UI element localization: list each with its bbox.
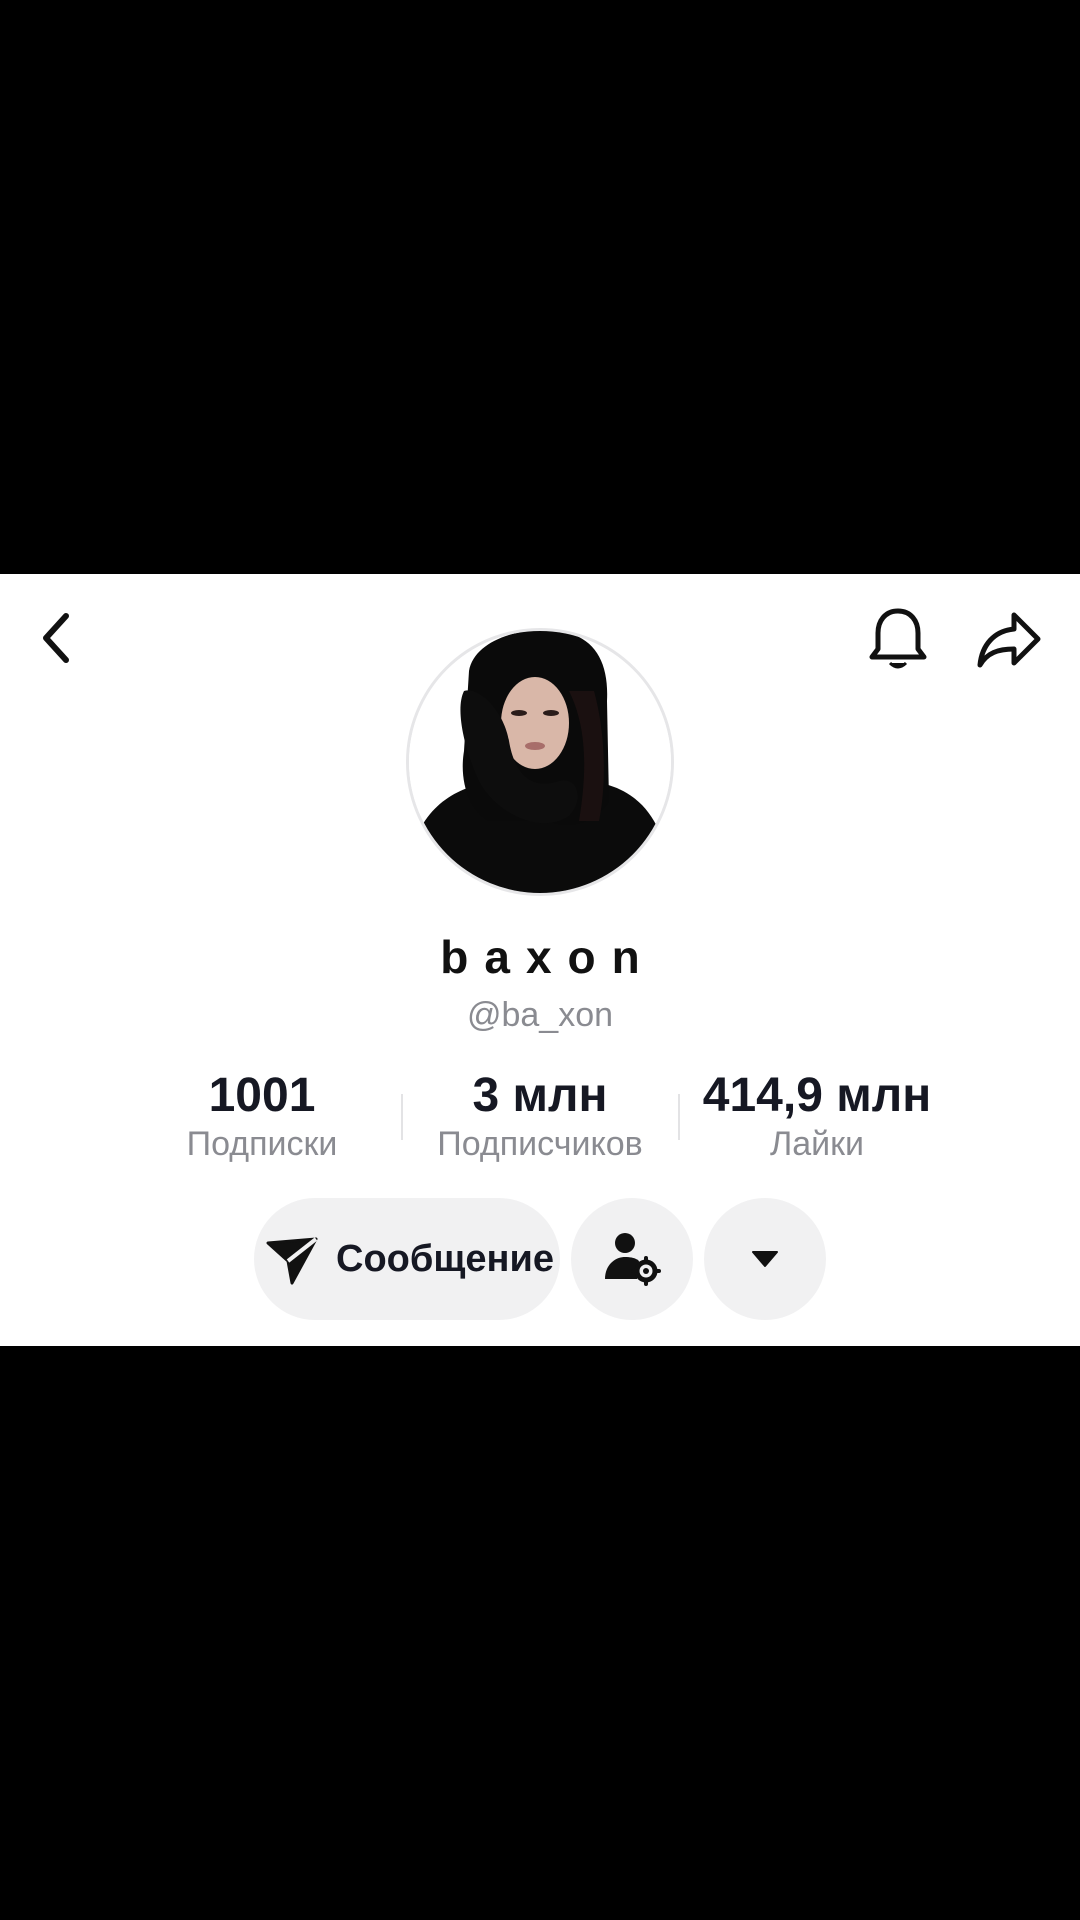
- profile-panel: baxon @ba_xon 1001 Подписки 3 млн Подпис…: [0, 574, 1080, 1346]
- send-icon: [262, 1229, 322, 1289]
- stats-row: 1001 Подписки 3 млн Подписчиков 414,9 мл…: [0, 1068, 1080, 1168]
- action-buttons: Сообщение: [0, 1198, 1080, 1320]
- more-options-button[interactable]: [704, 1198, 826, 1320]
- likes-label: Лайки: [769, 1125, 865, 1163]
- profile-photo: [409, 631, 671, 893]
- followers-count: 3 млн: [472, 1069, 608, 1122]
- notifications-button[interactable]: [862, 598, 934, 682]
- message-button[interactable]: Сообщение: [254, 1198, 560, 1320]
- caret-down-icon: [752, 1251, 778, 1267]
- share-button[interactable]: [968, 600, 1050, 680]
- stat-divider: [678, 1094, 680, 1140]
- following-stat[interactable]: 1001 Подписки: [142, 1068, 382, 1164]
- friend-settings-button[interactable]: [571, 1198, 693, 1320]
- message-label: Сообщение: [336, 1237, 554, 1280]
- likes-count: 414,9 млн: [702, 1069, 932, 1122]
- likes-stat[interactable]: 414,9 млн Лайки: [697, 1068, 937, 1164]
- display-name: baxon: [440, 931, 656, 983]
- back-button[interactable]: [26, 598, 86, 678]
- stat-divider: [401, 1094, 403, 1140]
- share-arrow-icon: [977, 612, 1041, 668]
- avatar[interactable]: [406, 628, 674, 896]
- followers-label: Подписчиков: [437, 1125, 643, 1163]
- following-count: 1001: [208, 1069, 316, 1122]
- chevron-left-icon: [43, 613, 69, 663]
- following-label: Подписки: [186, 1125, 338, 1163]
- followers-stat[interactable]: 3 млн Подписчиков: [420, 1068, 660, 1164]
- bell-icon: [869, 608, 927, 669]
- username-handle: @ba_xon: [466, 996, 614, 1034]
- user-settings-icon: [605, 1233, 661, 1286]
